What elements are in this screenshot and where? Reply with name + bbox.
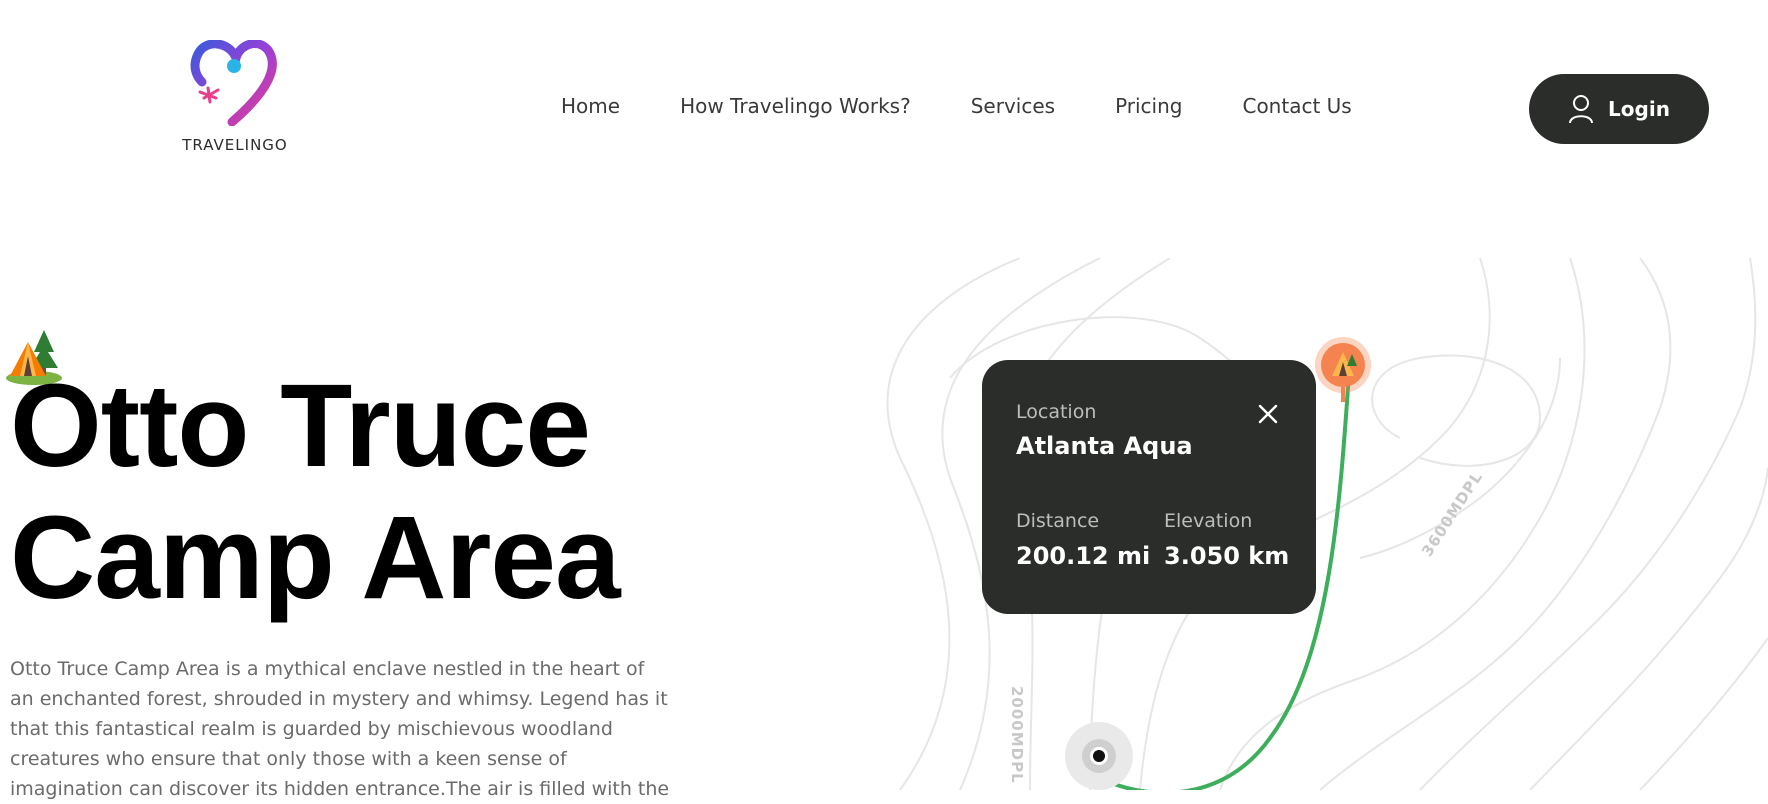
nav-how-it-works[interactable]: How Travelingo Works?	[680, 92, 911, 120]
page-title: Otto Truce Camp Area	[10, 360, 621, 624]
location-card: Location Atlanta Aqua Distance 200.12 mi…	[982, 360, 1316, 614]
hero-description: Otto Truce Camp Area is a mythical encla…	[10, 658, 670, 800]
page-title-line-2: Camp Area	[10, 492, 621, 624]
start-point-marker-icon[interactable]	[1065, 722, 1133, 790]
nav-home[interactable]: Home	[561, 92, 620, 120]
nav-contact-us[interactable]: Contact Us	[1242, 92, 1351, 120]
brand-name: TRAVELINGO	[182, 136, 288, 154]
elevation-label: Elevation	[1164, 510, 1253, 532]
brand-logo[interactable]: TRAVELINGO	[176, 40, 294, 160]
close-icon[interactable]	[1256, 402, 1280, 426]
login-button[interactable]: Login	[1529, 74, 1709, 144]
heart-plane-logo-icon	[190, 40, 277, 126]
user-icon	[1569, 95, 1594, 124]
location-value: Atlanta Aqua	[1016, 432, 1193, 460]
elevation-value: 3.050 km	[1164, 542, 1290, 570]
nav-services[interactable]: Services	[971, 92, 1055, 120]
campsite-pin-icon[interactable]	[1314, 336, 1372, 402]
distance-value: 200.12 mi	[1016, 542, 1151, 570]
main-nav: Home How Travelingo Works? Services Pric…	[561, 92, 1352, 120]
nav-pricing[interactable]: Pricing	[1115, 92, 1182, 120]
contour-label-2000: 2000MDPL	[1008, 686, 1026, 784]
page-title-line-1: Otto Truce	[10, 360, 591, 492]
login-label: Login	[1608, 97, 1670, 121]
location-label: Location	[1016, 401, 1097, 423]
distance-label: Distance	[1016, 510, 1100, 532]
